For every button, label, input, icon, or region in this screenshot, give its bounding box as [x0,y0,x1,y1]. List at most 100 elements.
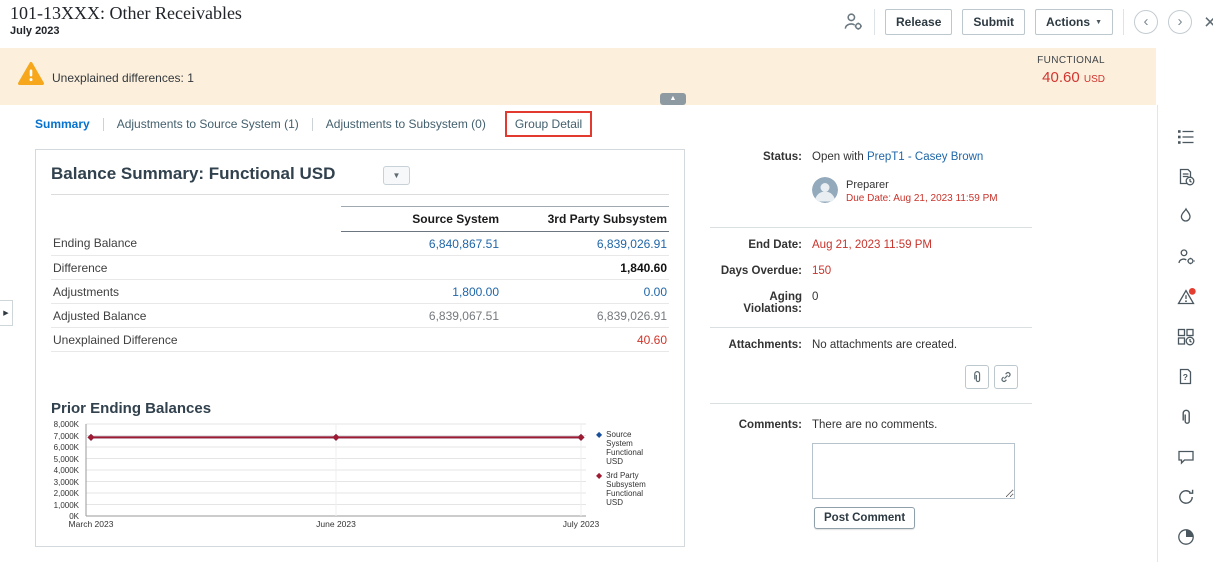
difference-source-value [341,255,501,280]
column-source-system: Source System [341,206,501,232]
aging-violations-value: 0 [812,291,819,303]
warning-icon [17,61,45,92]
end-date-value: Aug 21, 2023 11:59 PM [812,239,932,251]
panel-divider [710,327,1032,328]
properties-list-icon [1177,130,1193,144]
svg-text:?: ? [1182,372,1187,382]
due-date-text: Due Date: Aug 21, 2023 11:59 PM [846,193,998,204]
unexplained-amount: 40.60 [1042,69,1080,86]
close-button[interactable]: × [1202,12,1213,33]
add-link-button[interactable] [994,365,1018,389]
release-button[interactable]: Release [885,9,953,35]
prior-ending-balances-chart: 0K 1,000K 2,000K 3,000K 4,000K 5,000K 6,000K 7,… [51,420,671,534]
paperclip-icon [974,371,981,383]
tab-adjustments-source-system[interactable]: Adjustments to Source System (1) [104,117,312,131]
transactions-button[interactable] [1173,325,1199,349]
ending-balance-subsystem-link[interactable]: 6,839,026.91 [501,231,669,256]
difference-subsystem-value: 1,840.60 [501,255,669,280]
row-label: Unexplained Difference [51,327,341,352]
table-row-adjustments: Adjustments 1,800.00 0.00 [51,279,669,304]
panel-divider [710,227,1032,228]
page-period: July 2023 [10,25,60,37]
comment-bubble-icon [1177,450,1194,465]
reassign-user-icon[interactable] [842,11,864,33]
empty-header [51,207,341,232]
actions-button[interactable]: Actions ▼ [1035,9,1113,35]
ending-balance-source-link[interactable]: 6,840,867.51 [341,231,501,256]
caret-down-icon: ▼ [1095,18,1102,26]
pie-chart-icon [1177,529,1194,545]
role-label: Preparer [846,179,889,191]
divider [874,9,875,35]
adjusted-balance-source-value: 6,839,067.51 [341,303,501,328]
adjusted-balance-subsystem-value: 6,839,026.91 [501,303,669,328]
instructions-button[interactable] [1173,165,1199,189]
expand-left-panel-button[interactable]: ▶ [0,300,13,326]
attachments-button[interactable] [1173,405,1199,429]
avatar [812,177,838,203]
panel-divider [710,403,1032,404]
days-overdue-value: 150 [812,265,832,277]
post-comment-button[interactable]: Post Comment [814,507,916,529]
banner-message: Unexplained differences: 1 [52,71,194,85]
comments-label: Comments: [738,419,802,431]
paperclip-icon [1182,409,1190,424]
tab-group-detail[interactable]: Group Detail [513,117,584,131]
row-label: Difference [51,255,341,280]
table-row-adjusted-balance: Adjusted Balance 6,839,067.51 6,839,026.… [51,303,669,328]
status-value: Open with PrepT1 - Casey Brown [812,151,983,163]
chevron-left-icon: ‹ [1143,12,1149,30]
close-icon: × [1204,10,1213,34]
alerts-button[interactable] [1173,205,1199,229]
attachments-label: Attachments: [728,339,802,351]
add-attachment-button[interactable] [965,365,989,389]
tab-summary[interactable]: Summary [35,117,103,131]
history-button[interactable] [1173,485,1199,509]
page-title: 101-13XXX: Other Receivables [10,3,242,23]
warning-triangle-icon [1176,288,1196,305]
aging-violations-label: Aging Violations: [743,291,802,315]
currency-type-label: FUNCTIONAL [1037,55,1105,66]
chart-plot-area [85,423,586,517]
annotation-highlight-box: Group Detail [504,111,593,137]
summary-pie-button[interactable] [1173,525,1199,549]
dropdown-icon: ▼ [392,171,401,180]
warning-badge [1188,288,1196,295]
grid-clock-icon [1177,328,1194,346]
questions-button[interactable]: ? [1173,365,1199,389]
next-item-button[interactable]: › [1168,10,1192,34]
row-label: Adjustments [51,279,341,304]
tab-adjustments-subsystem[interactable]: Adjustments to Subsystem (0) [313,117,499,131]
chart-x-axis-labels: March 2023 June 2023 July 2023 [68,519,600,529]
properties-button[interactable] [1173,125,1199,149]
submit-button[interactable]: Submit [962,9,1026,35]
comments-text: There are no comments. [812,419,938,431]
row-label: Ending Balance [51,231,341,256]
tab-bar: Summary Adjustments to Source System (1)… [0,105,1156,143]
actions-label: Actions [1046,15,1091,29]
warnings-button[interactable] [1173,285,1199,309]
balance-summary-table: Source System 3rd Party Subsystem Ending… [51,206,669,352]
link-icon [1001,372,1011,382]
balance-summary-dropdown[interactable]: ▼ [383,166,410,185]
chevron-right-icon: › [1177,12,1183,30]
header: 101-13XXX: Other Receivables July 2023 R… [0,0,1213,48]
adjustments-source-link[interactable]: 1,800.00 [341,279,501,304]
table-row-difference: Difference 1,840.60 [51,255,669,280]
status-prefix: Open with [812,151,864,163]
previous-item-button[interactable]: ‹ [1134,10,1158,34]
row-label: Adjusted Balance [51,303,341,328]
warning-banner: Unexplained differences: 1 FUNCTIONAL 40… [0,48,1156,105]
chart-title: Prior Ending Balances [51,400,212,417]
comments-button[interactable] [1173,445,1199,469]
comment-input[interactable] [812,443,1015,499]
balance-summary-title: Balance Summary: Functional USD [51,164,336,183]
assignee-link[interactable]: PrepT1 - Casey Brown [867,151,983,163]
history-refresh-icon [1178,489,1193,504]
workflow-button[interactable] [1173,245,1199,269]
collapse-banner-button[interactable]: ▲ [660,93,686,105]
days-overdue-label: Days Overdue: [720,265,802,277]
legend-entry: ◆ Source System Functional USD [596,430,644,466]
adjustments-subsystem-link[interactable]: 0.00 [501,279,669,304]
column-3rd-party-subsystem: 3rd Party Subsystem [501,206,669,232]
